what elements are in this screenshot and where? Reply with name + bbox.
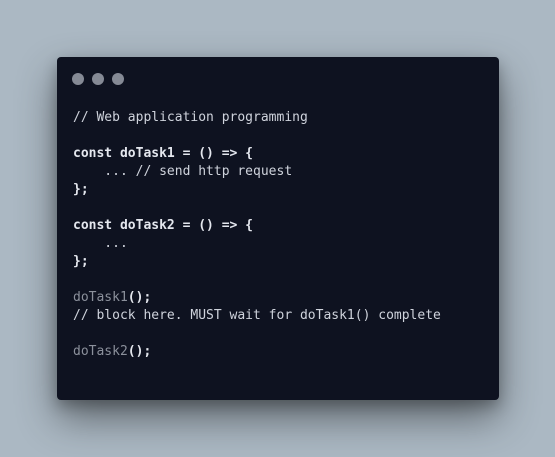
function-call-dotask1: doTask1: [73, 290, 128, 305]
code-line-12: // block here. MUST wait for doTask1() c…: [73, 308, 441, 323]
code-line-9: };: [73, 254, 89, 269]
window-dot-2: [92, 73, 104, 85]
code-line-8: ...: [73, 236, 128, 251]
window-dot-1: [72, 73, 84, 85]
code-line-14: doTask2();: [73, 343, 441, 361]
function-call-dotask2-parens: ();: [127, 344, 152, 359]
code-window: // Web application programming const doTa…: [57, 57, 499, 400]
code-line-11: doTask1();: [73, 289, 441, 307]
window-controls: [72, 73, 124, 85]
function-call-dotask1-parens: ();: [127, 290, 152, 305]
code-line-4: ... // send http request: [73, 164, 293, 179]
code-line-7: const doTask2 = () => {: [73, 218, 254, 233]
window-dot-3: [112, 73, 124, 85]
code-line-5: };: [73, 182, 89, 197]
code-block: // Web application programming const doTa…: [73, 109, 441, 361]
code-line-3: const doTask1 = () => {: [73, 146, 254, 161]
function-call-dotask2: doTask2: [73, 344, 128, 359]
code-line-1: // Web application programming: [73, 110, 308, 125]
